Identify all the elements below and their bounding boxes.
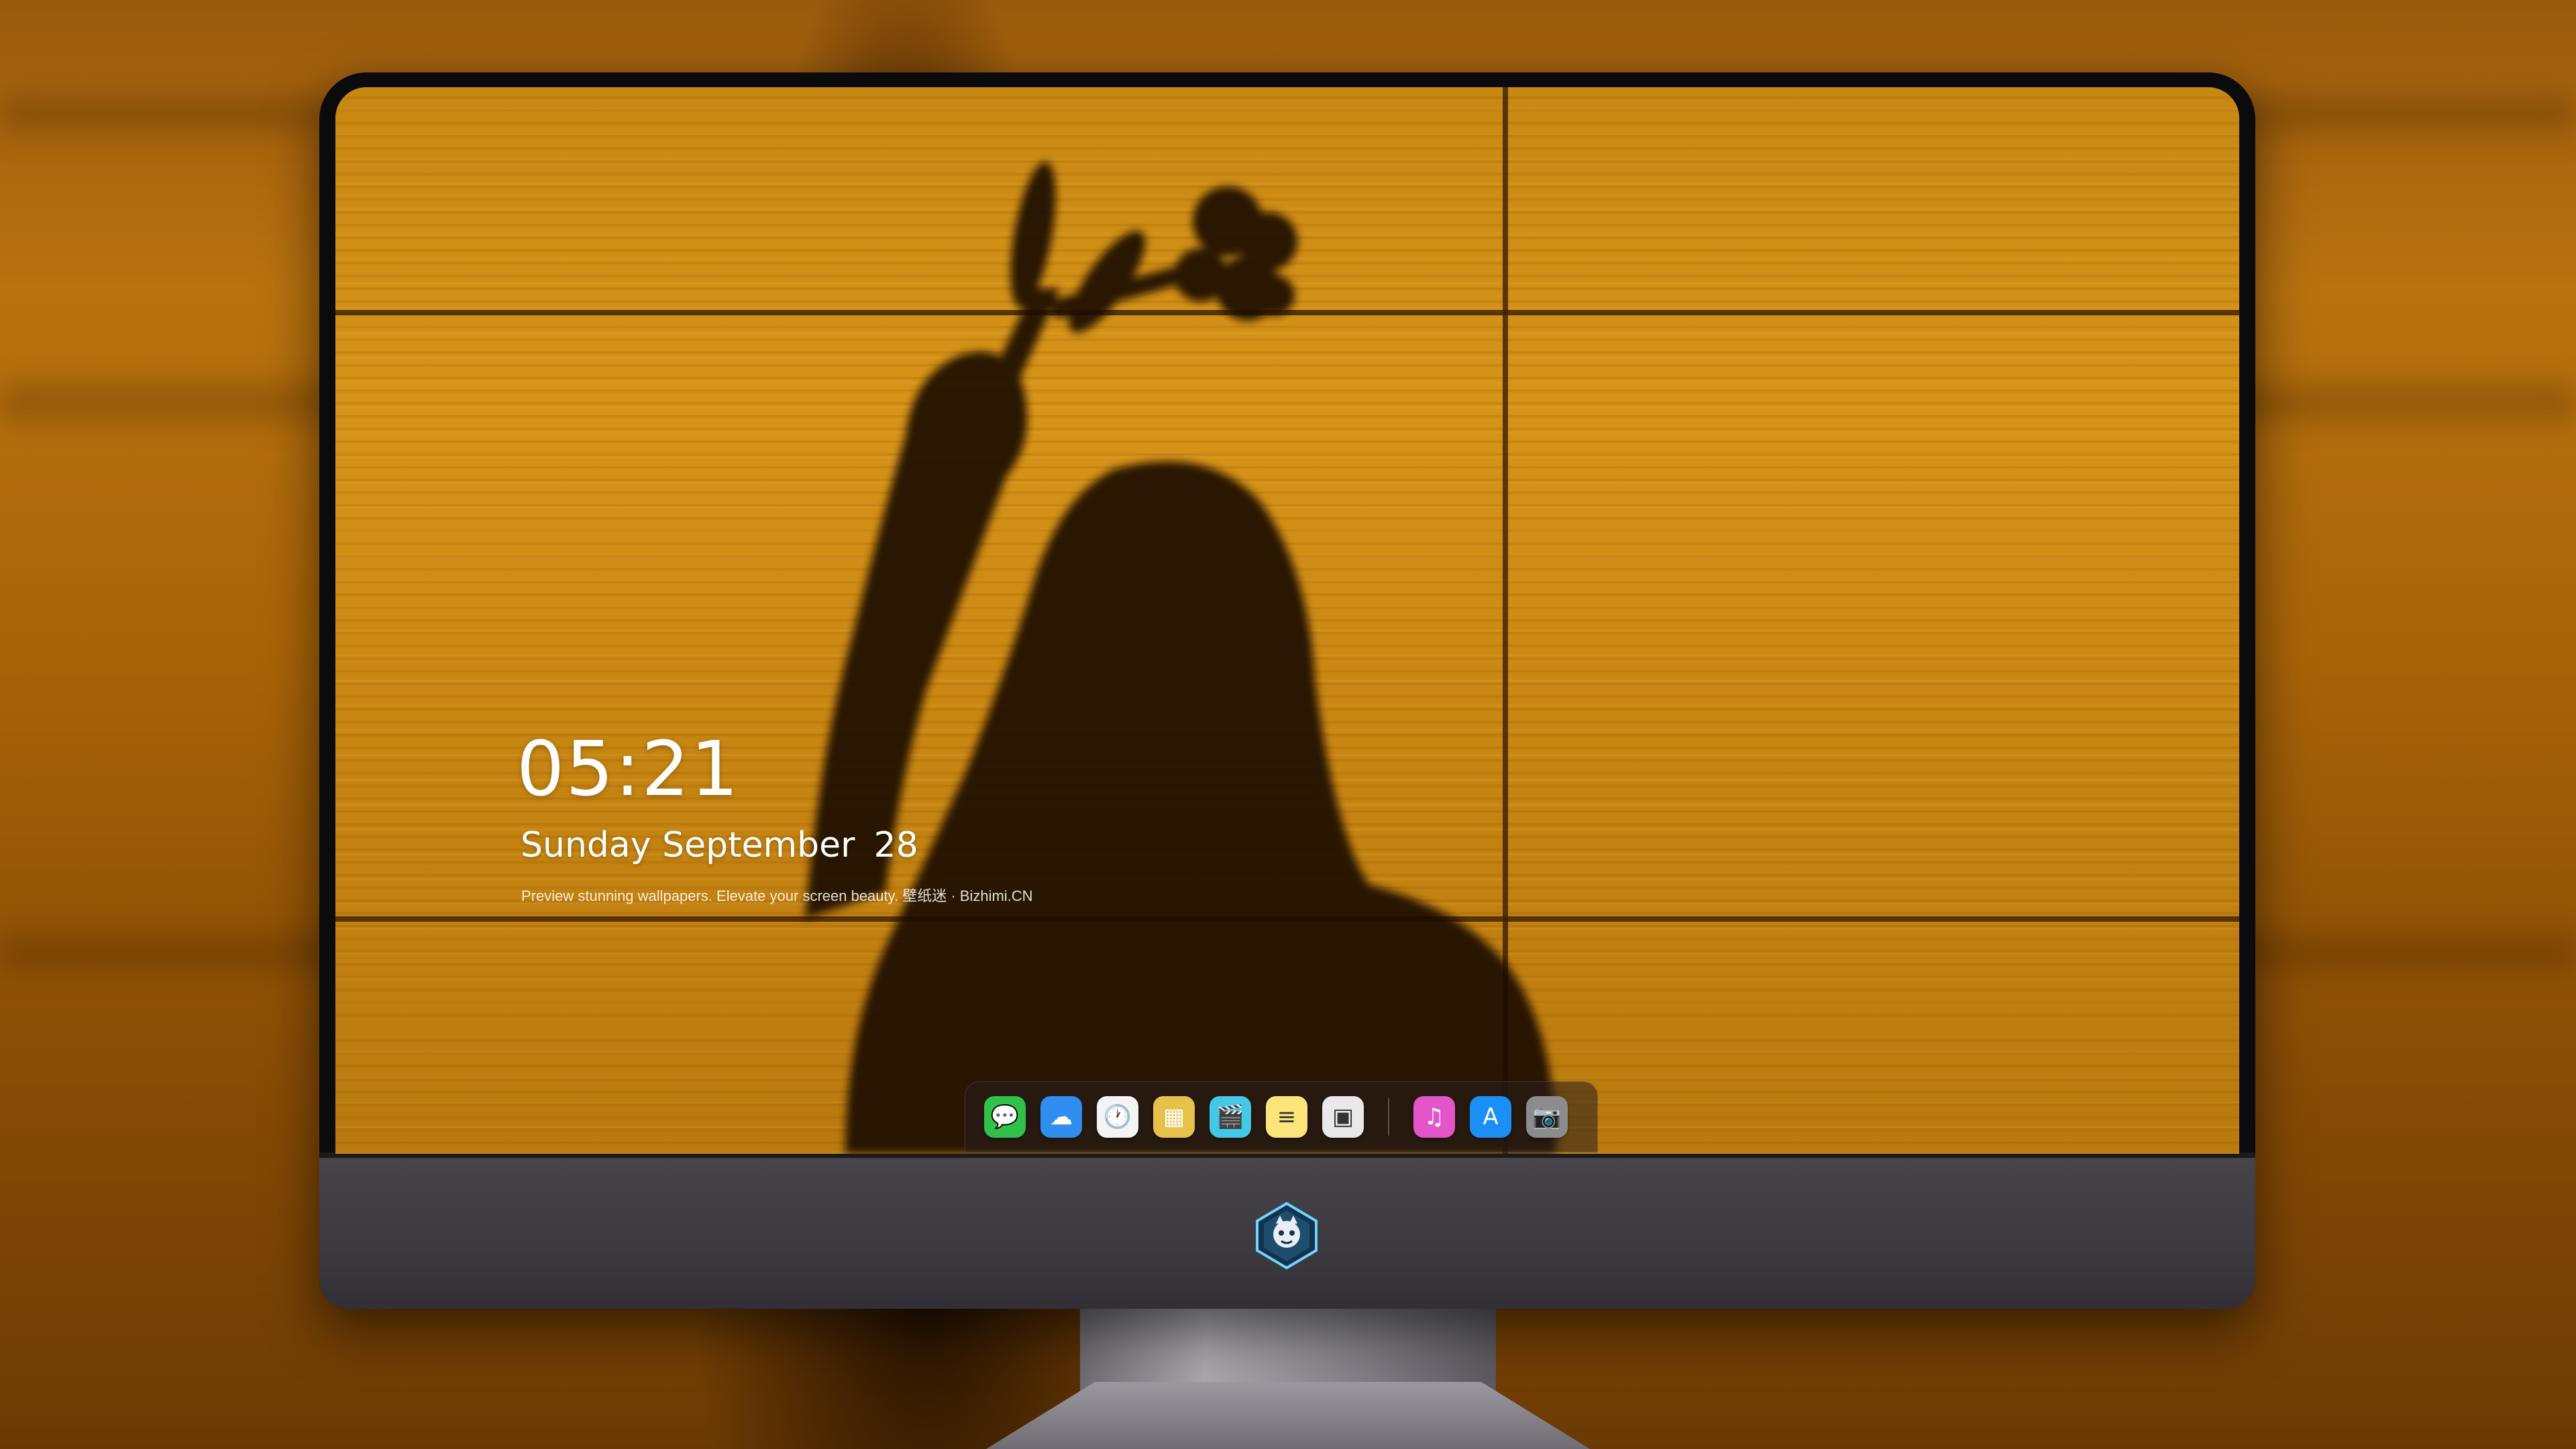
dock-separator [1388, 1098, 1389, 1136]
lockscreen-date-text: Sunday September [521, 825, 855, 865]
lockscreen-date: Sunday September 28 [521, 825, 918, 865]
desktop-screen: 05:21 Sunday September 28 Preview stunni… [335, 87, 2239, 1154]
lockscreen-month: September [662, 825, 855, 865]
notes-icon[interactable]: ≡ [1266, 1096, 1307, 1138]
clips-icon[interactable]: 🎬 [1210, 1096, 1251, 1138]
weather-icon[interactable]: ☁ [1040, 1096, 1082, 1138]
brand-logo-icon [1256, 1201, 1318, 1270]
preview-icon[interactable]: ▦ [1153, 1096, 1195, 1138]
app-store-icon[interactable]: A [1470, 1096, 1511, 1138]
clock-icon[interactable]: 🕐 [1097, 1096, 1138, 1138]
lockscreen-weekday: Sunday [521, 825, 651, 865]
messages-icon[interactable]: 💬 [984, 1096, 1026, 1138]
lockscreen-tagline: Preview stunning wallpapers. Elevate you… [521, 888, 1033, 904]
wallpaper-silhouette [805, 162, 1556, 1154]
lockscreen-time: 05:21 [517, 726, 740, 813]
music-icon[interactable]: ♫ [1413, 1096, 1455, 1138]
photo-booth-icon[interactable]: ▣ [1322, 1096, 1364, 1138]
dock: 💬 ☁ 🕐 ▦ 🎬 ≡ ▣ ♫ A 📷 [965, 1081, 1598, 1152]
lockscreen-day: 28 [873, 825, 918, 865]
camera-icon[interactable]: 📷 [1526, 1096, 1568, 1138]
